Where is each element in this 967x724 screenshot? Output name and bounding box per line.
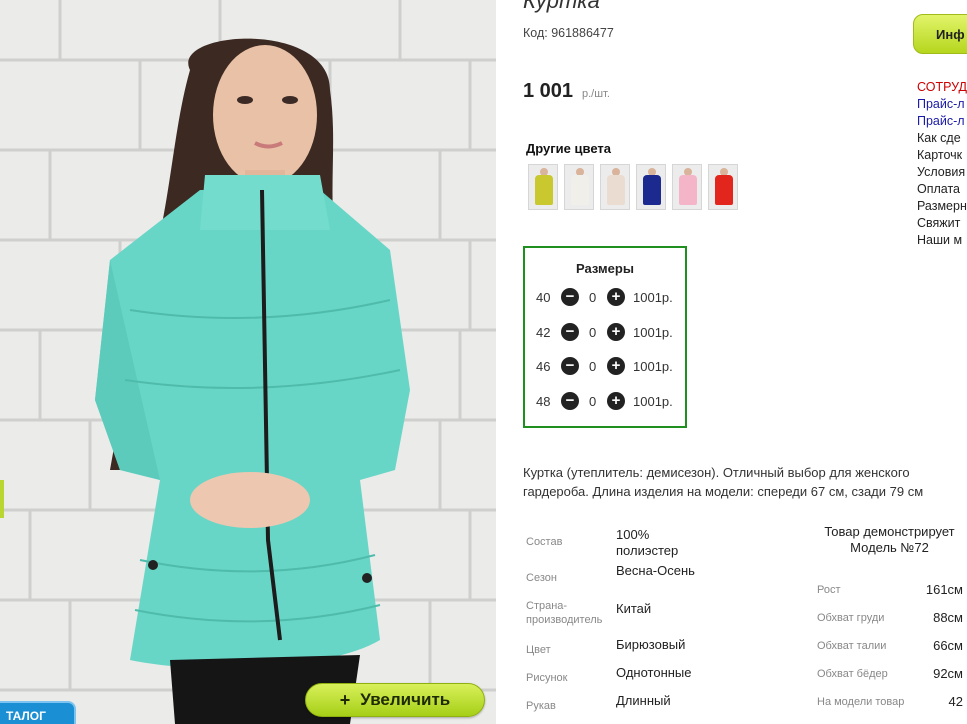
color-swatches <box>528 164 738 210</box>
model-value: 161см <box>925 582 963 597</box>
info-button-label: Инф <box>936 27 965 42</box>
model-row: Обхват груди 88см <box>817 610 967 626</box>
zoom-button[interactable]: + Увеличить <box>305 683 485 717</box>
jacket-thumb <box>679 175 697 205</box>
model-label: Рост <box>817 584 841 596</box>
minus-icon[interactable]: − <box>561 322 579 341</box>
spec-value: 100% полиэстер <box>616 527 679 558</box>
minus-icon[interactable]: − <box>561 357 579 376</box>
model-in-jacket-image <box>0 0 496 724</box>
info-button[interactable]: Инф <box>913 14 967 54</box>
model-row: Обхват талии 66см <box>817 638 967 654</box>
model-value: 66см <box>933 638 963 653</box>
spec-label: Рукав <box>526 700 556 712</box>
plus-icon: + <box>339 689 351 710</box>
model-label: На модели товар <box>817 696 905 708</box>
other-colors-title: Другие цвета <box>526 141 611 156</box>
model-value: 88см <box>933 610 963 625</box>
spec-label: Рисунок <box>526 672 568 684</box>
product-price: 1 001 <box>523 80 574 102</box>
size-value: 42 <box>536 324 551 340</box>
size-row: 46−0 +1001р. <box>535 357 685 377</box>
color-swatch[interactable] <box>600 164 630 210</box>
sidebar-link[interactable]: Условия <box>917 165 965 179</box>
spec-label: Цвет <box>526 644 551 656</box>
sizes-title: Размеры <box>576 261 634 276</box>
size-price: 1001р. <box>633 324 673 340</box>
product-page: + Увеличить ТАЛОГ Куртка Код: 961886477 … <box>0 0 967 724</box>
jacket-thumb <box>535 175 553 205</box>
size-price: 1001р. <box>633 359 673 375</box>
catalog-tab-label: ТАЛОГ <box>6 709 46 723</box>
model-title: Товар демонстрирует Модель №72 <box>824 524 955 555</box>
model-label: Обхват талии <box>817 640 887 652</box>
size-price: 1001р. <box>633 393 673 409</box>
quantity-value: 0 <box>589 290 597 305</box>
spec-label: Сезон <box>526 572 557 584</box>
jacket-thumb <box>571 175 589 205</box>
product-photo[interactable]: + Увеличить ТАЛОГ <box>0 0 496 724</box>
quantity-value: 0 <box>589 324 597 340</box>
sidebar-link[interactable]: Свяжит <box>917 216 960 230</box>
quantity-value: 0 <box>589 359 597 375</box>
size-row: 40−0 +1001р. <box>535 288 685 308</box>
product-description: Куртка (утеплитель: демисезон). Отличный… <box>523 465 924 499</box>
model-value: 42 <box>948 694 963 709</box>
minus-icon[interactable]: − <box>561 391 579 410</box>
color-swatch[interactable] <box>528 164 558 210</box>
color-swatch[interactable] <box>708 164 738 210</box>
model-row: Рост 161см <box>817 582 967 598</box>
jacket-thumb <box>607 175 625 205</box>
spec-value: Китай <box>616 601 652 616</box>
minus-icon[interactable]: − <box>561 288 579 306</box>
model-row: Обхват бёдер 92см <box>817 666 967 682</box>
plus-icon[interactable]: + <box>607 322 625 341</box>
model-label: Обхват бёдер <box>817 668 888 680</box>
quantity-value: 0 <box>589 393 597 409</box>
size-value: 40 <box>536 290 551 305</box>
jacket-thumb <box>715 175 733 205</box>
sizes-box: Размеры 40−0 +1001р. 42−0 +1001р. 46−0 +1001р… <box>523 246 687 428</box>
spec-label: Страна-производитель <box>526 600 603 626</box>
color-swatch[interactable] <box>564 164 594 210</box>
spec-value: Длинный <box>616 693 671 708</box>
plus-icon[interactable]: + <box>607 288 625 306</box>
color-swatch[interactable] <box>672 164 702 210</box>
product-title: Куртка <box>523 0 600 13</box>
catalog-tab[interactable]: ТАЛОГ <box>0 701 76 724</box>
product-code: Код: 961886477 <box>523 26 614 40</box>
sidebar-link[interactable]: СОТРУД <box>917 80 967 94</box>
size-value: 46 <box>536 359 551 375</box>
color-swatch[interactable] <box>636 164 666 210</box>
plus-icon[interactable]: + <box>607 391 625 410</box>
sidebar-link[interactable]: Прайс-л <box>917 97 965 111</box>
spec-value: Бирюзовый <box>616 637 686 652</box>
sidebar-link[interactable]: Карточк <box>917 148 962 162</box>
size-row: 42−0 +1001р. <box>535 322 685 343</box>
zoom-button-label: Увеличить <box>360 690 451 709</box>
sidebar-link[interactable]: Размерн <box>917 199 967 213</box>
sidebar-link[interactable]: Оплата <box>917 182 960 196</box>
spec-value: Весна-Осень <box>616 563 695 578</box>
model-row: На модели товар 42 <box>817 694 967 710</box>
size-value: 48 <box>536 393 551 409</box>
spec-label: Состав <box>526 536 563 548</box>
model-label: Обхват груди <box>817 612 885 624</box>
sidebar-link[interactable]: Наши м <box>917 233 962 247</box>
side-tab[interactable] <box>0 480 4 518</box>
model-value: 92см <box>933 666 963 681</box>
size-price: 1001р. <box>633 290 673 305</box>
spec-value: Однотонные <box>616 665 692 680</box>
size-row: 48−0 +1001р. <box>535 391 685 412</box>
sidebar-link[interactable]: Как сде <box>917 131 961 145</box>
jacket-thumb <box>643 175 661 205</box>
plus-icon[interactable]: + <box>607 357 625 376</box>
sidebar-link[interactable]: Прайс-л <box>917 114 965 128</box>
price-unit: р./шт. <box>582 88 610 100</box>
